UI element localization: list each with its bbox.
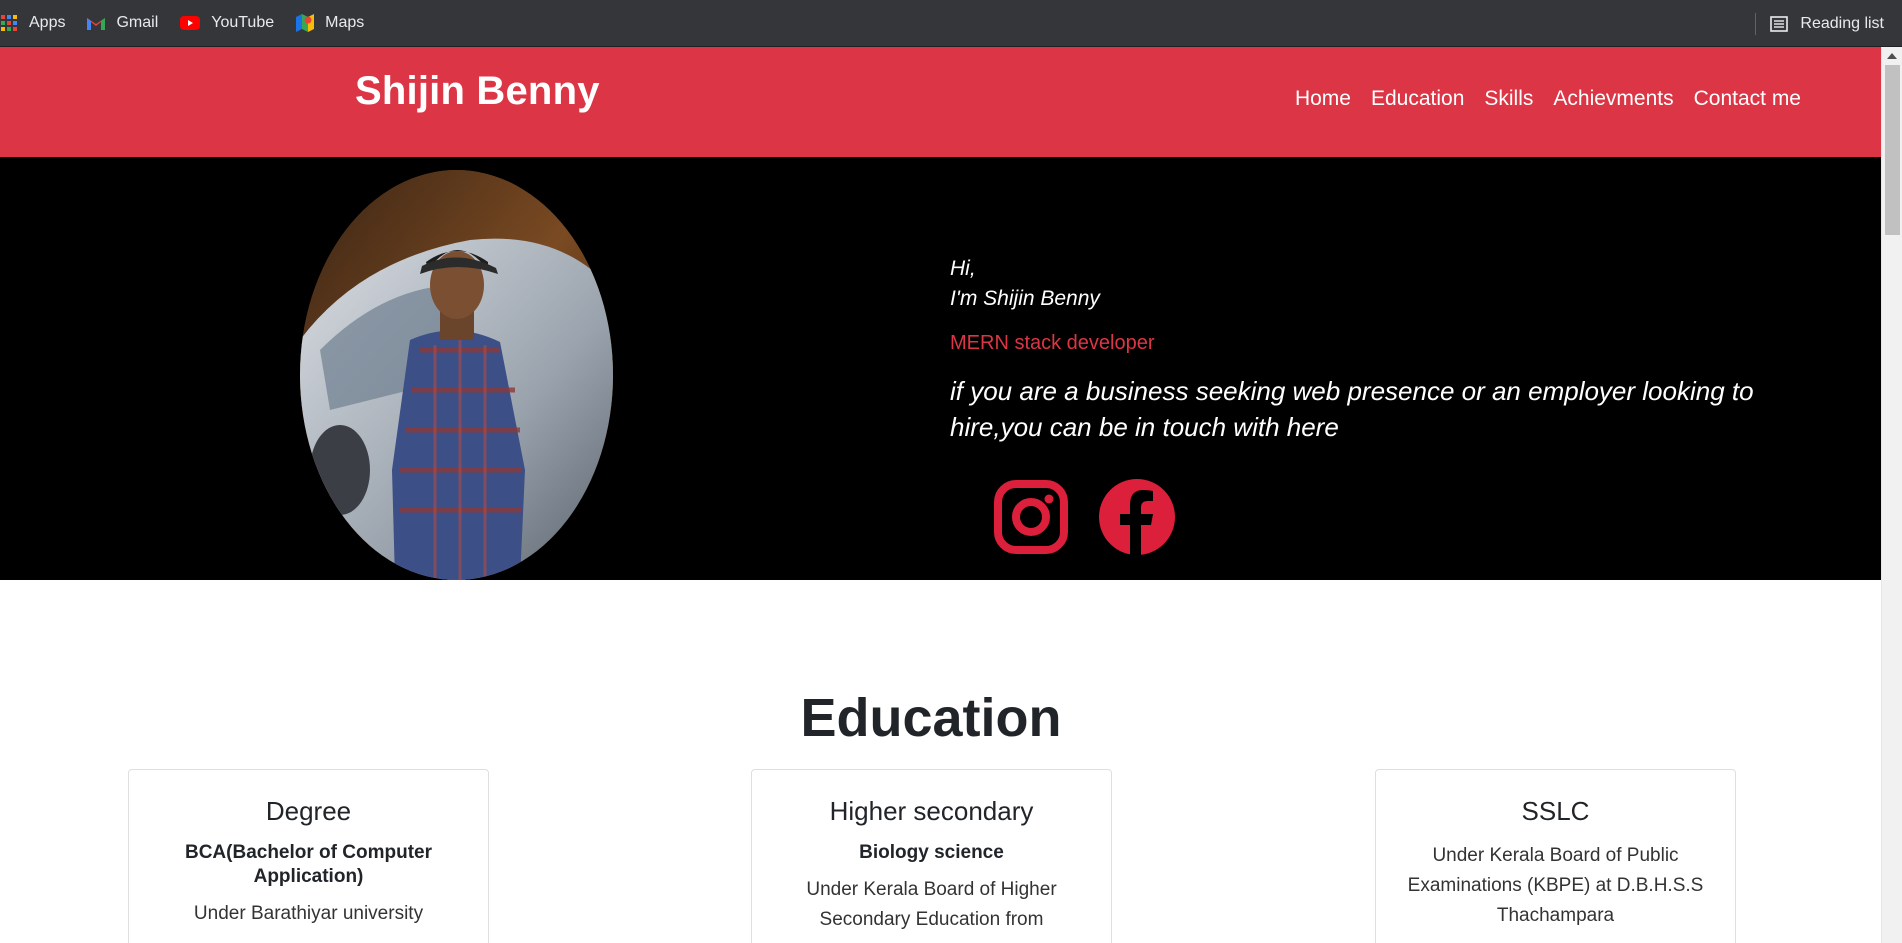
bookmark-label: YouTube <box>211 14 275 31</box>
card-subtitle: Biology science <box>859 842 1004 863</box>
gmail-icon <box>87 14 106 32</box>
intro-name: I'm Shijin Benny <box>950 287 1100 310</box>
apps-grid-icon <box>0 14 18 32</box>
nav-links: Home Education Skills Achievments Contac… <box>1285 87 1811 111</box>
nav-skills[interactable]: Skills <box>1474 87 1543 111</box>
bookmark-maps[interactable]: Maps <box>296 0 374 47</box>
scroll-up-arrow-icon[interactable] <box>1887 53 1897 59</box>
profile-photo <box>300 170 613 580</box>
scrollbar-thumb[interactable] <box>1885 65 1900 235</box>
vertical-scrollbar[interactable] <box>1881 47 1902 943</box>
education-card-higher-secondary: Higher secondary Biology science Under K… <box>751 769 1112 943</box>
role-title: MERN stack developer <box>950 332 1155 354</box>
nav-home[interactable]: Home <box>1285 87 1361 111</box>
pitch-text: if you are a business seeking web presen… <box>950 376 1754 442</box>
reading-list-button[interactable]: Reading list <box>1755 0 1884 47</box>
bookmark-gmail[interactable]: Gmail <box>87 0 168 47</box>
facebook-icon[interactable] <box>1099 479 1175 555</box>
bookmark-label: Maps <box>325 14 365 31</box>
nav-achievements[interactable]: Achievments <box>1543 87 1683 111</box>
card-title: SSLC <box>1521 796 1590 826</box>
instagram-icon[interactable] <box>993 479 1069 555</box>
card-title: Higher secondary <box>829 796 1034 826</box>
maps-icon <box>296 14 315 32</box>
social-links <box>993 479 1175 555</box>
nav-education[interactable]: Education <box>1361 87 1474 111</box>
education-card-sslc: SSLC Under Kerala Board of Public Examin… <box>1375 769 1736 943</box>
card-description: Under Barathiyar university <box>193 903 424 924</box>
portfolio-page: Shijin Benny Home Education Skills Achie… <box>0 47 1881 943</box>
hero-section: Hi, I'm Shijin Benny MERN stack develope… <box>0 157 1881 580</box>
card-subtitle: BCA(Bachelor of Computer Application) <box>184 842 432 887</box>
divider <box>1755 12 1757 35</box>
hero-intro: Hi, I'm Shijin Benny MERN stack develope… <box>950 254 1850 445</box>
bookmark-apps[interactable]: Apps <box>0 0 75 47</box>
card-description: Under Kerala Board of Higher Secondary E… <box>806 879 1057 930</box>
card-title: Degree <box>265 796 352 826</box>
bookmarks-bar: Apps Gmail YouTube Maps Reading list <box>0 0 1902 47</box>
greeting: Hi, <box>950 257 976 280</box>
navbar: Shijin Benny Home Education Skills Achie… <box>0 47 1881 157</box>
card-description: Under Kerala Board of Public Examination… <box>1407 845 1704 926</box>
reading-list-icon <box>1770 15 1789 32</box>
bookmark-label: Gmail <box>116 14 159 31</box>
education-heading: Education <box>800 688 1062 748</box>
education-card-degree: Degree BCA(Bachelor of Computer Applicat… <box>128 769 489 943</box>
bookmark-label: Apps <box>29 14 66 31</box>
nav-contact[interactable]: Contact me <box>1684 87 1811 111</box>
brand-name[interactable]: Shijin Benny <box>355 69 600 114</box>
reading-list-label: Reading list <box>1800 14 1884 32</box>
page-viewport: Shijin Benny Home Education Skills Achie… <box>0 47 1902 943</box>
bookmark-youtube[interactable]: YouTube <box>180 0 284 47</box>
youtube-icon <box>180 14 201 32</box>
